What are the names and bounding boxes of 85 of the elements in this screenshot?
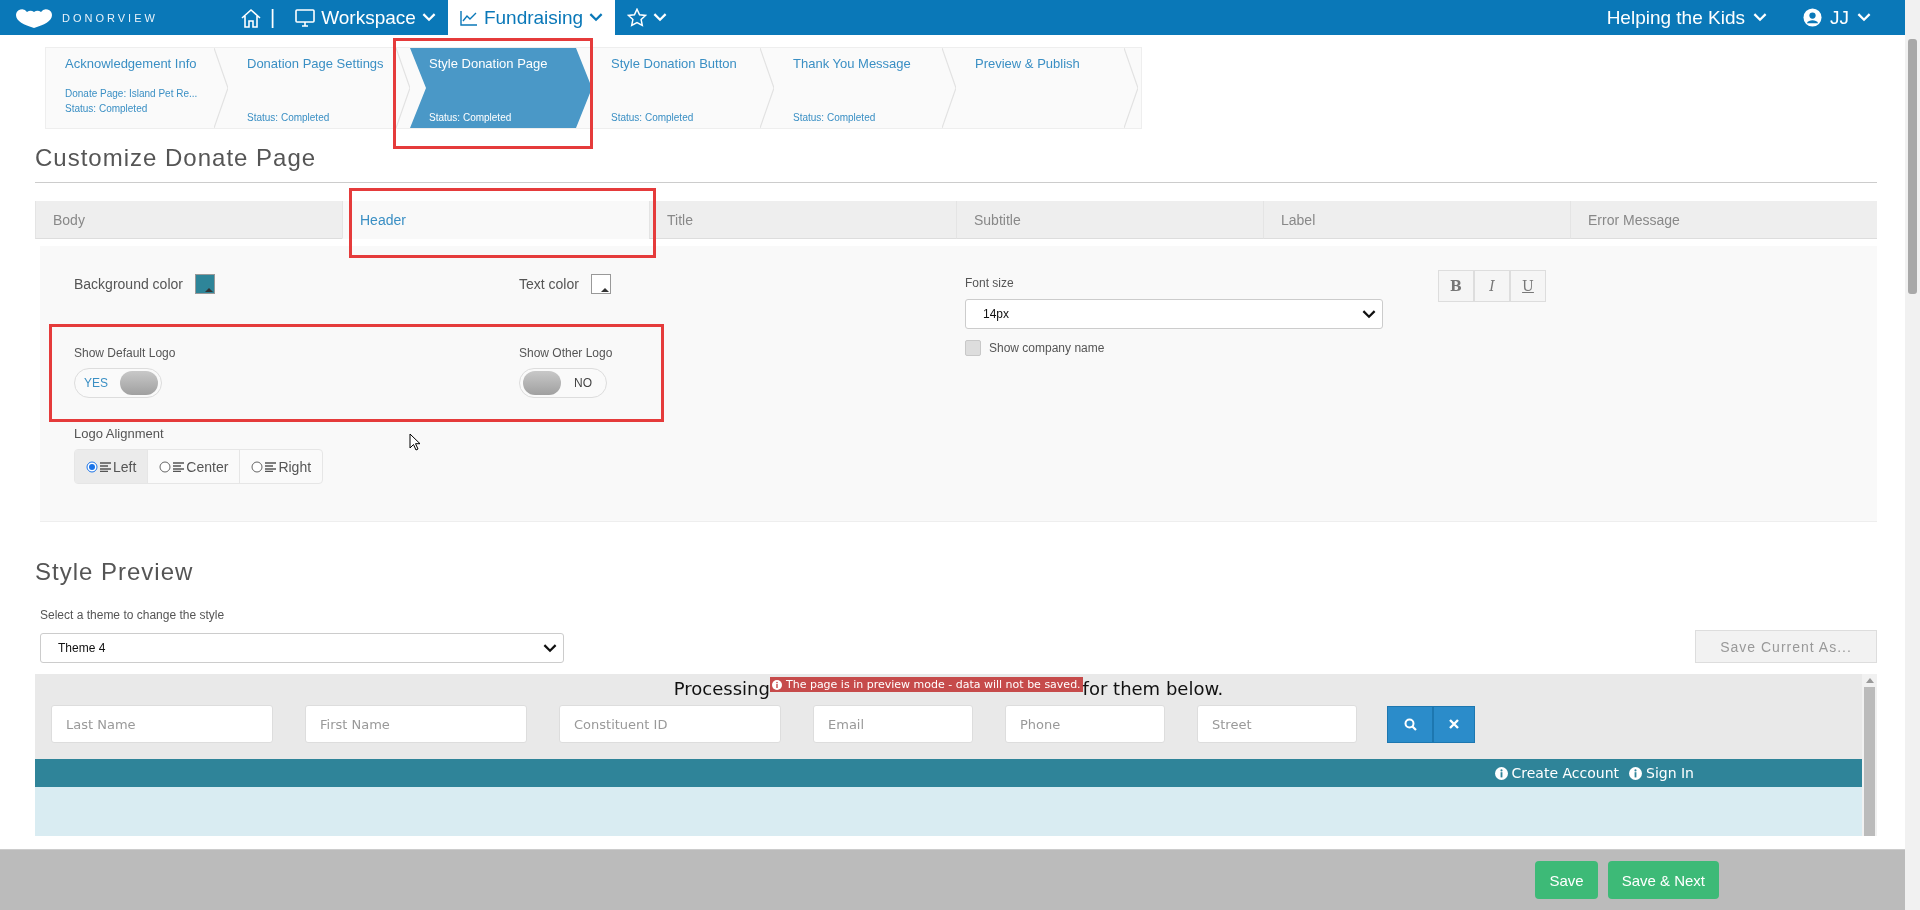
wizard-step[interactable]: Donation Page Settings Status: Completed [228,48,410,128]
align-icon [265,461,277,472]
info-icon [1494,766,1508,780]
toggle-label: Show Default Logo [74,346,177,360]
search-field[interactable]: First Name [305,705,527,743]
wizard-step[interactable]: Preview & Publish [956,48,1138,128]
format-button[interactable]: B [1438,270,1474,302]
chevron-down-icon [421,13,436,22]
wizard-step[interactable]: Acknowledgement Info Donate Page: Island Pet Re... Status: Completed [46,48,228,128]
search-button[interactable] [1387,705,1433,743]
checkbox[interactable] [965,340,981,356]
nav-separator: | [270,6,276,29]
toggle-switch[interactable]: YES [74,368,162,398]
preview-scrollbar[interactable] [1862,674,1877,836]
chevron-down-icon [1753,13,1767,22]
monitor-icon [295,8,316,27]
style-tab[interactable]: Title [649,201,956,239]
scroll-up-icon[interactable] [1865,678,1874,683]
search-field[interactable]: Phone [1005,705,1165,743]
search-icon [1403,717,1417,731]
radio-icon [251,460,264,473]
account-link[interactable]: Create Account [1494,765,1619,781]
checkbox-label: Show company name [989,341,1105,355]
alignment-option[interactable]: Center [148,450,241,483]
font-size-select[interactable]: 14px [965,299,1383,329]
chevron-down-icon [1857,13,1871,22]
radio-icon [86,460,98,473]
chevron-down-icon [1362,309,1376,319]
preview-heading: Processing [673,678,770,699]
chevron-down-icon [543,643,557,653]
save-button[interactable]: Save [1535,861,1598,899]
mouse-cursor-icon [409,433,421,451]
alignment-option[interactable]: Left [75,450,149,483]
preview-heading: for them below. [1082,678,1224,699]
style-tab[interactable]: Subtitle [956,201,1263,239]
line-chart-icon [459,9,478,26]
radio-icon [159,460,172,473]
format-button[interactable]: I [1474,270,1510,302]
star-icon [627,8,648,27]
clear-button[interactable] [1433,705,1475,743]
color-label: Background color [74,276,183,292]
alignment-option[interactable]: Right [240,450,323,483]
save-button[interactable]: Save & Next [1607,861,1719,899]
organization-menu[interactable]: Helping the Kids [1600,5,1773,30]
alignment-label: Logo Alignment [74,426,165,441]
font-size-label: Font size [965,276,1015,290]
user-menu[interactable]: JJ [1797,5,1877,30]
section-title: Style Preview [35,558,194,586]
format-button[interactable]: U [1510,270,1546,302]
user-icon [1803,8,1822,27]
wizard-step[interactable]: Style Donation Button Status: Completed [592,48,774,128]
search-field[interactable]: Email [813,705,973,743]
style-tab[interactable]: Header [342,201,649,239]
theme-label: Select a theme to change the style [40,608,226,622]
toggle-label: Show Other Logo [519,346,614,360]
color-swatch[interactable] [194,274,215,294]
theme-select[interactable]: Theme 4 [40,633,564,663]
chevron-down-icon [653,13,668,22]
search-field[interactable]: Last Name [51,705,273,743]
page-scrollbar[interactable] [1905,0,1920,910]
style-tab[interactable]: Label [1263,201,1570,239]
brand-name: DONORVIEW [62,11,158,24]
color-swatch[interactable] [590,274,611,294]
home-icon[interactable] [240,7,262,28]
style-tab[interactable]: Error Message [1570,201,1877,239]
section-title: Customize Donate Page [35,144,317,172]
save-as-button[interactable]: Save Current As... [1695,630,1877,663]
search-field[interactable]: Constituent ID [559,705,781,743]
logo-icon [14,6,54,29]
info-icon [1629,766,1642,780]
align-icon [173,461,185,472]
info-icon [771,679,782,690]
nav-menu[interactable]: Fundraising [447,0,616,35]
chevron-down-icon [589,13,604,22]
wizard-step[interactable]: Style Donation Page Status: Completed [410,48,592,128]
close-icon [1449,719,1459,729]
align-icon [100,461,111,472]
nav-menu[interactable]: Workspace [283,0,448,35]
search-field[interactable]: Street [1197,705,1357,743]
account-link[interactable]: Sign In [1629,765,1694,781]
style-tab[interactable]: Body [35,201,342,239]
toggle-switch[interactable]: NO [519,368,607,398]
wizard-step[interactable]: Thank You Message Status: Completed [774,48,956,128]
color-label: Text color [519,276,579,292]
preview-notice: The page is in preview mode - data will not be saved. [769,677,1083,692]
